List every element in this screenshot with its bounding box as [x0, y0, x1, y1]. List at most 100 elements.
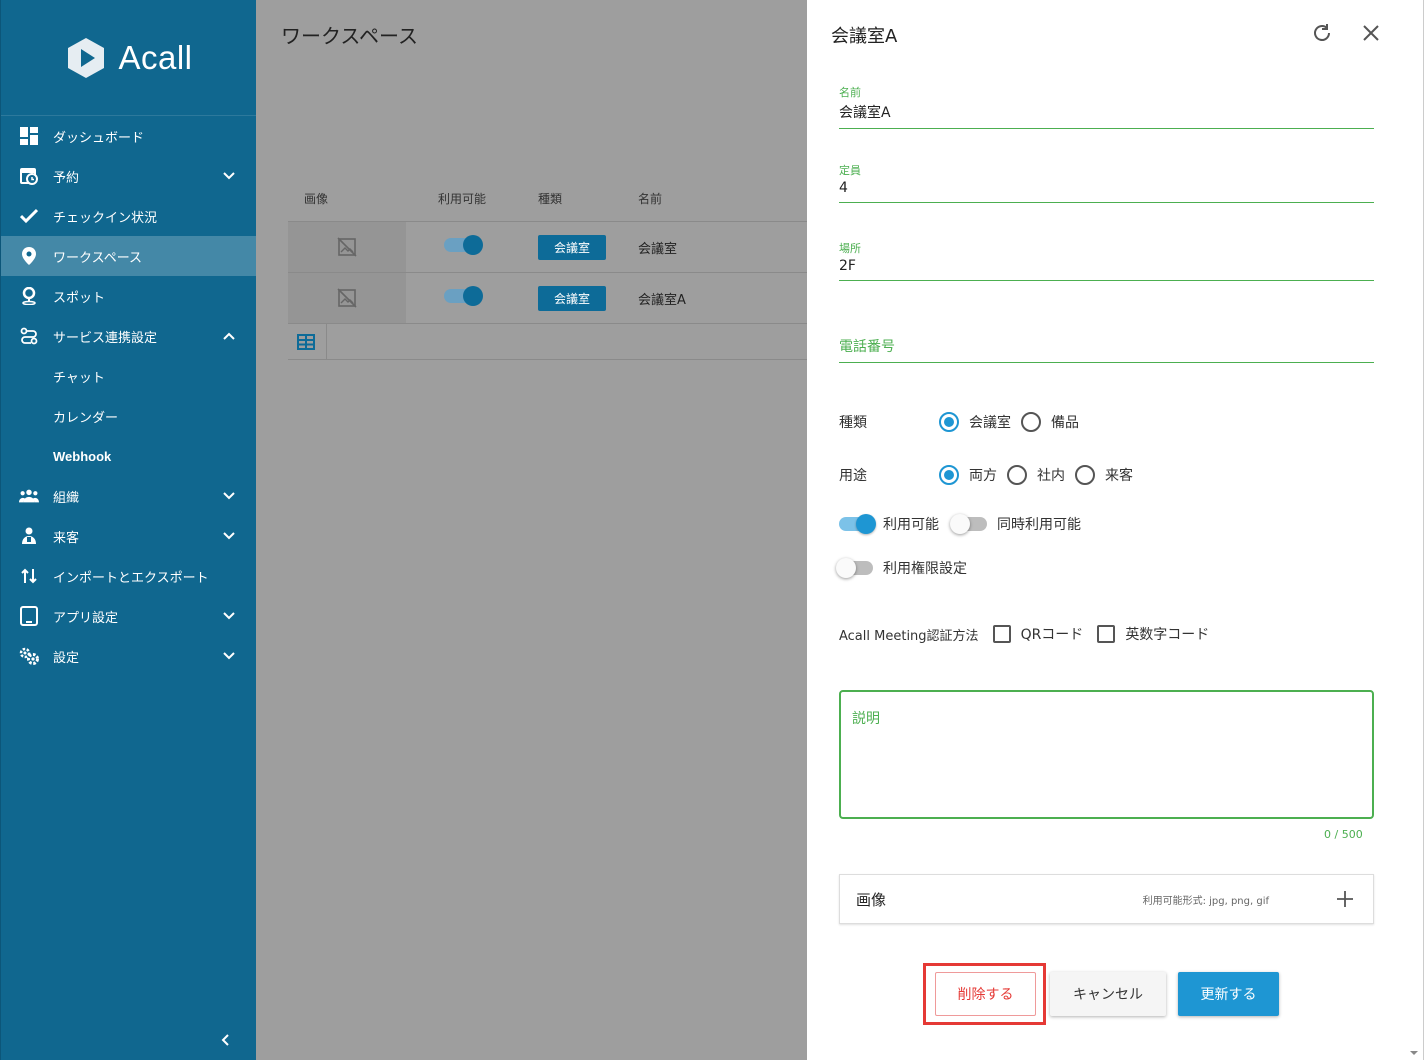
update-button[interactable]: 更新する: [1178, 972, 1279, 1016]
sidebar-item-label: 設定: [53, 650, 80, 666]
radio-type-equipment[interactable]: 備品: [1021, 412, 1079, 432]
sidebar-item-chat[interactable]: チャット: [1, 356, 257, 396]
sidebar-item-label: チェックイン状況: [53, 210, 158, 226]
sidebar-item-dashboard[interactable]: ダッシュボード: [1, 116, 257, 156]
sidebar-item-workspace[interactable]: ワークスペース: [1, 236, 257, 276]
table-row[interactable]: 会議室 会議室A: [288, 273, 807, 324]
image-cell: [288, 273, 406, 323]
tablet-icon: [19, 606, 39, 626]
radio-usage-visitor[interactable]: 来客: [1075, 465, 1133, 485]
page-title: ワークスペース: [281, 24, 418, 48]
radio-label: 会議室: [969, 415, 1011, 431]
radio-dot: [1021, 412, 1041, 432]
sidebar-item-calendar[interactable]: カレンダー: [1, 396, 257, 436]
workspace-table: 画像 利用可能 種類 名前 会議室 会議室 会議室 会議室A: [288, 176, 807, 360]
sidebar-item-label: アプリ設定: [53, 610, 119, 626]
column-header-name[interactable]: 名前: [606, 190, 807, 207]
description-textarea[interactable]: 説明: [839, 690, 1374, 819]
column-header-available[interactable]: 利用可能: [406, 190, 506, 207]
sidebar-item-spot[interactable]: スポット: [1, 276, 257, 316]
collapse-sidebar-icon[interactable]: [218, 1032, 234, 1048]
calendar-clock-icon: [19, 166, 39, 186]
capacity-field-value[interactable]: 4: [839, 180, 1374, 202]
refresh-icon[interactable]: [1311, 22, 1333, 44]
type-cell: 会議室: [506, 285, 606, 311]
sidebar-item-webhook[interactable]: Webhook: [1, 436, 257, 476]
available-toggle[interactable]: [444, 286, 483, 306]
image-upload-panel[interactable]: 画像 利用可能形式: jpg, png, gif: [839, 874, 1374, 924]
location-pin-icon: [19, 246, 39, 266]
chevron-down-icon[interactable]: [221, 488, 237, 504]
phone-field[interactable]: 電話番号: [839, 336, 1374, 363]
phone-field-placeholder[interactable]: 電話番号: [839, 336, 1374, 362]
name-field[interactable]: 名前 会議室A: [839, 84, 1374, 129]
checkbox-qr-code[interactable]: QRコード: [992, 624, 1083, 644]
scroll-down-icon[interactable]: [1409, 1048, 1419, 1058]
chevron-down-icon[interactable]: [221, 648, 237, 664]
location-field-value[interactable]: 2F: [839, 258, 1374, 280]
sidebar-item-integration[interactable]: サービス連携設定: [1, 316, 257, 356]
permission-switch[interactable]: 利用権限設定: [836, 558, 967, 578]
name-field-value[interactable]: 会議室A: [839, 102, 1374, 128]
logo[interactable]: Acall: [1, 0, 256, 116]
chevron-up-icon[interactable]: [221, 328, 237, 344]
chevron-down-icon[interactable]: [221, 528, 237, 544]
radio-dot: [1075, 465, 1095, 485]
radio-usage-internal[interactable]: 社内: [1007, 465, 1065, 485]
sidebar-item-import-export[interactable]: インポートとエクスポート: [1, 556, 257, 596]
auth-method-row: Acall Meeting認証方法 QRコード 英数字コード: [839, 624, 1209, 644]
integration-icon: [19, 326, 39, 346]
sidebar-item-label: 来客: [53, 530, 80, 546]
cancel-button[interactable]: キャンセル: [1050, 972, 1166, 1016]
image-cell: [288, 222, 406, 272]
type-radio-group: 種類 会議室 備品: [839, 412, 1089, 432]
drawer-title: 会議室A: [831, 26, 898, 47]
checkbox-label: 英数字コード: [1125, 627, 1210, 643]
column-header-type[interactable]: 種類: [506, 190, 606, 207]
radio-label: 社内: [1037, 468, 1065, 484]
acall-logo-icon: [68, 37, 105, 78]
sidebar-item-reservation[interactable]: 予約: [1, 156, 257, 196]
available-toggle[interactable]: [444, 235, 483, 255]
chevron-down-icon[interactable]: [221, 168, 237, 184]
available-switch[interactable]: 利用可能: [839, 514, 939, 534]
settings-gears-icon: [19, 646, 39, 666]
sidebar-nav: ダッシュボード 予約 チェックイン状況 ワークスペース スポット サービス連携設…: [1, 116, 257, 676]
sidebar-item-label: インポートとエクスポート: [53, 570, 209, 586]
type-chip: 会議室: [538, 285, 606, 311]
switch-label: 同時利用可能: [997, 517, 1081, 533]
sidebar-item-label: 組織: [53, 490, 80, 506]
availability-switches: 利用可能 同時利用可能: [839, 514, 1095, 534]
table-view-icon[interactable]: [296, 332, 316, 352]
brand-name: Acall: [118, 38, 193, 76]
name-cell: 会議室A: [638, 292, 686, 308]
location-field-label: 場所: [839, 242, 861, 255]
location-field[interactable]: 場所 2F: [839, 240, 1374, 281]
sidebar-item-organization[interactable]: 組織: [1, 476, 257, 516]
capacity-field[interactable]: 定員 4: [839, 162, 1374, 203]
image-format-hint: 利用可能形式: jpg, png, gif: [1142, 895, 1269, 907]
footer-divider: [326, 323, 327, 360]
close-icon[interactable]: [1360, 22, 1382, 44]
available-cell: [406, 235, 506, 256]
chevron-down-icon[interactable]: [221, 608, 237, 624]
delete-button[interactable]: 削除する: [935, 972, 1036, 1016]
sidebar-item-label: Webhook: [53, 448, 112, 464]
checkbox-box: [992, 625, 1011, 643]
column-header-image[interactable]: 画像: [288, 176, 406, 221]
import-export-icon: [19, 566, 39, 586]
visitor-icon: [19, 526, 39, 546]
checkbox-alnum-code[interactable]: 英数字コード: [1097, 624, 1209, 644]
sidebar-item-app-settings[interactable]: アプリ設定: [1, 596, 257, 636]
table-row[interactable]: 会議室 会議室: [288, 222, 807, 273]
sidebar-item-visitor[interactable]: 来客: [1, 516, 257, 556]
concurrent-switch[interactable]: 同時利用可能: [950, 514, 1081, 534]
radio-type-room[interactable]: 会議室: [939, 412, 1011, 432]
type-label: 種類: [839, 415, 867, 431]
available-cell: [406, 286, 506, 307]
checkbox-box: [1097, 625, 1116, 643]
sidebar-item-settings[interactable]: 設定: [1, 636, 257, 676]
plus-icon[interactable]: [1335, 889, 1355, 909]
sidebar-item-checkin[interactable]: チェックイン状況: [1, 196, 257, 236]
radio-usage-both[interactable]: 両方: [939, 465, 997, 485]
